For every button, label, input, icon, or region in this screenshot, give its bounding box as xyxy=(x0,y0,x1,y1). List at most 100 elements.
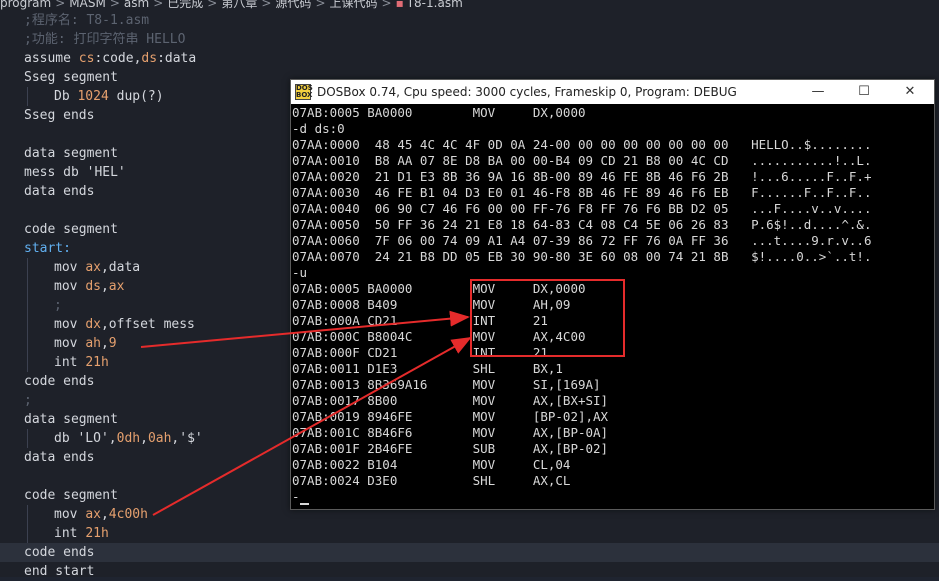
code-token: assume xyxy=(24,51,79,66)
code-token: mov xyxy=(54,260,86,275)
minimize-button[interactable]: — xyxy=(795,80,841,104)
console-text: 07AA:0060 7F 06 00 74 09 A1 A4 07-39 86 … xyxy=(292,233,872,248)
code-token: data ends xyxy=(24,450,95,465)
console-line: 07AA:0020 21 D1 E3 8B 36 9A 16 8B-00 89 … xyxy=(291,169,934,185)
console-text: 07AB:0022 B104 MOV CL,04 xyxy=(292,457,571,472)
dosbox-titlebar[interactable]: DOS BOX DOSBox 0.74, Cpu speed: 3000 cyc… xyxy=(291,80,934,104)
code-token: Sseg segment xyxy=(24,70,118,85)
console-line: 07AB:0022 B104 MOV CL,04 xyxy=(291,457,934,473)
code-token: data segment xyxy=(24,412,118,427)
asm-file-icon: ▪ xyxy=(395,0,404,10)
code-token: start: xyxy=(24,241,71,256)
breadcrumb-item[interactable]: 已完成 xyxy=(167,0,203,10)
console-line: -d ds:0 xyxy=(291,121,934,137)
breadcrumb-item[interactable]: 第八章 xyxy=(221,0,257,10)
indent-guide xyxy=(27,429,28,448)
breadcrumb-separator: > xyxy=(315,0,326,10)
console-line: - xyxy=(291,489,934,505)
console-text: 07AB:001C 8B46F6 MOV AX,[BP-0A] xyxy=(292,425,609,440)
code-token: data segment xyxy=(24,146,118,161)
console-line: 07AB:0019 8946FE MOV [BP-02],AX xyxy=(291,409,934,425)
console-text: 07AA:0010 B8 AA 07 8E D8 BA 00 00-B4 09 … xyxy=(292,153,872,168)
code-token: int xyxy=(54,355,86,370)
breadcrumb-item[interactable]: 源代码 xyxy=(275,0,311,10)
console-line: 07AB:0011 D1E3 SHL BX,1 xyxy=(291,361,934,377)
code-line[interactable]: int 21h xyxy=(0,524,939,543)
code-token: mess db xyxy=(24,165,87,180)
breadcrumb-item[interactable]: 上课代码 xyxy=(330,0,378,10)
console-text: 07AA:0050 50 FF 36 24 21 E8 18 64-83 C4 … xyxy=(292,217,872,232)
breadcrumb-separator: > xyxy=(153,0,164,10)
code-token: dx xyxy=(85,317,101,332)
code-token: 'LO' xyxy=(77,431,109,446)
code-token: :data xyxy=(157,51,197,66)
console-line: 07AB:0005 BA0000 MOV DX,0000 xyxy=(291,105,934,121)
breadcrumb-file[interactable]: T8-1.asm xyxy=(407,0,463,10)
code-token: :code, xyxy=(94,51,142,66)
console-text: 07AA:0020 21 D1 E3 8B 36 9A 16 8B-00 89 … xyxy=(292,169,872,184)
code-token: , xyxy=(140,431,148,446)
code-token: ;功能: 打印字符串 HELLO xyxy=(24,32,186,47)
code-token: ; xyxy=(24,393,32,408)
breadcrumb-separator: > xyxy=(207,0,218,10)
console-line: 07AB:001F 2B46FE SUB AX,[BP-02] xyxy=(291,441,934,457)
breadcrumb-item[interactable]: MASM xyxy=(69,0,106,10)
code-token: ,offset mess xyxy=(100,317,195,332)
code-token: code segment xyxy=(24,222,118,237)
code-token: , xyxy=(100,507,109,522)
code-token: Db xyxy=(54,89,78,104)
breadcrumb-separator: > xyxy=(55,0,66,10)
breadcrumb-separator: > xyxy=(109,0,120,10)
code-token: mov xyxy=(54,507,86,522)
maximize-button[interactable]: ☐ xyxy=(841,80,887,104)
indent-guide xyxy=(27,505,28,524)
code-token: data ends xyxy=(24,184,95,199)
code-token: code ends xyxy=(24,374,95,389)
console-text: 07AB:0011 D1E3 SHL BX,1 xyxy=(292,361,563,376)
code-token: 21h xyxy=(85,526,109,541)
code-token: 4c00h xyxy=(108,507,148,522)
console-line: 07AA:0010 B8 AA 07 8E D8 BA 00 00-B4 09 … xyxy=(291,153,934,169)
indent-guide xyxy=(27,87,28,106)
indent-guide xyxy=(27,334,28,353)
console-line: 07AA:0030 46 FE B1 04 D3 E0 01 46-F8 8B … xyxy=(291,185,934,201)
code-token: ax xyxy=(108,279,125,294)
code-token: , xyxy=(100,279,109,294)
code-token: cs xyxy=(78,51,95,66)
console-text: 07AB:0005 BA0000 MOV DX,0000 xyxy=(292,105,586,120)
code-token: , xyxy=(100,336,109,351)
console-text: -d ds:0 xyxy=(292,121,345,136)
console-line: 07AA:0070 24 21 B8 DD 05 EB 30 90-80 3E … xyxy=(291,249,934,265)
code-token: code segment xyxy=(24,488,118,503)
console-text: - xyxy=(292,489,300,504)
code-token: 9 xyxy=(108,336,117,351)
console-line: 07AA:0060 7F 06 00 74 09 A1 A4 07-39 86 … xyxy=(291,233,934,249)
close-button[interactable]: ✕ xyxy=(887,80,933,104)
indent-guide xyxy=(27,315,28,334)
breadcrumb-item[interactable]: program xyxy=(0,0,51,10)
code-token: '$' xyxy=(179,431,203,446)
indent-guide xyxy=(27,296,28,315)
code-line[interactable]: code ends xyxy=(0,543,939,562)
breadcrumb-item[interactable]: asm xyxy=(124,0,149,10)
code-token: 0dh xyxy=(116,431,141,446)
console-line: 07AB:0024 D3E0 SHL AX,CL xyxy=(291,473,934,489)
code-token: Sseg ends xyxy=(24,108,95,123)
code-token: code ends xyxy=(24,545,95,560)
console-text: 07AA:0030 46 FE B1 04 D3 E0 01 46-F8 8B … xyxy=(292,185,872,200)
console-text: 07AB:0019 8946FE MOV [BP-02],AX xyxy=(292,409,609,424)
code-line[interactable]: end start xyxy=(0,562,939,581)
console-text: 07AA:0000 48 45 4C 4C 4F 0D 0A 24-00 00 … xyxy=(292,137,872,152)
console-line: 07AB:0013 8B369A16 MOV SI,[169A] xyxy=(291,377,934,393)
code-token: ax xyxy=(85,507,101,522)
code-line[interactable]: assume cs:code,ds:data xyxy=(0,49,939,68)
code-token: ,data xyxy=(100,260,141,275)
code-token: ax xyxy=(85,260,101,275)
code-line[interactable]: ;功能: 打印字符串 HELLO xyxy=(0,30,939,49)
console-line: 07AA:0040 06 90 C7 46 F6 00 00 FF-76 F8 … xyxy=(291,201,934,217)
console-text: 07AA:0040 06 90 C7 46 F6 00 00 FF-76 F8 … xyxy=(292,201,872,216)
console-text: 07AB:0017 8B00 MOV AX,[BX+SI] xyxy=(292,393,609,408)
console-line: 07AB:0017 8B00 MOV AX,[BX+SI] xyxy=(291,393,934,409)
code-line[interactable]: ;程序名: T8-1.asm xyxy=(0,11,939,30)
console-text: 07AA:0070 24 21 B8 DD 05 EB 30 90-80 3E … xyxy=(292,249,872,264)
